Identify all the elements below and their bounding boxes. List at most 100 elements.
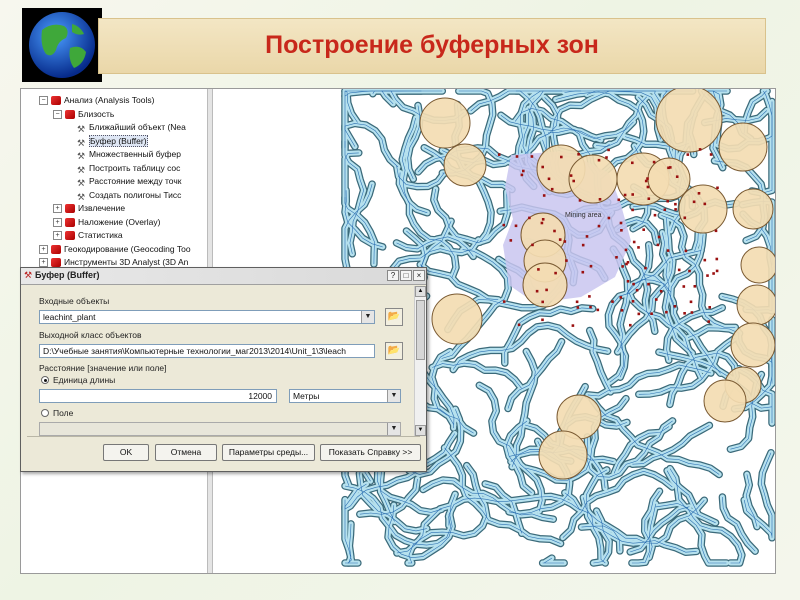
- scroll-up-icon[interactable]: ▲: [415, 286, 426, 297]
- unit-value: Метры: [293, 391, 320, 401]
- toolbox-item-label: Анализ (Analysis Tools): [64, 95, 155, 105]
- toolbox-item-label: Инструменты 3D Analyst (3D An: [64, 257, 189, 267]
- slide-title: Построение буферных зон: [265, 31, 599, 59]
- plant-point: [659, 290, 663, 293]
- field-select[interactable]: ▼: [39, 422, 401, 436]
- plant-point: [683, 312, 686, 315]
- show-help-button[interactable]: Показать Справку >>: [320, 444, 421, 461]
- plant-point: [571, 324, 575, 327]
- toolbox-item-label: Статистика: [78, 230, 123, 240]
- cancel-button[interactable]: Отмена: [155, 444, 217, 461]
- plant-point: [665, 310, 668, 314]
- collapse-icon[interactable]: −: [53, 109, 62, 119]
- plant-point: [674, 202, 677, 206]
- collapse-icon[interactable]: −: [39, 96, 48, 106]
- chevron-down-icon[interactable]: ▼: [361, 311, 374, 323]
- plant-point: [565, 259, 568, 262]
- field-radio[interactable]: [41, 409, 49, 417]
- expand-icon[interactable]: +: [53, 231, 62, 241]
- hammer-icon: ⚒: [24, 270, 33, 280]
- toolbox-item[interactable]: − Анализ (Analysis Tools): [21, 94, 231, 106]
- toolset-icon: [65, 217, 75, 227]
- plant-point: [697, 192, 701, 195]
- toolbox-icon: [51, 258, 61, 268]
- plant-point: [650, 312, 653, 315]
- dialog-titlebar[interactable]: ⚒ Буфер (Buffer) ? □ ×: [21, 268, 426, 285]
- input-features-value: leachint_plant: [43, 312, 96, 322]
- output-class-field[interactable]: D:\Учебные занятия\Компьютерные технолог…: [39, 344, 375, 358]
- plant-point: [689, 300, 693, 304]
- plant-point: [684, 249, 688, 253]
- plant-point: [598, 198, 602, 201]
- plant-point: [522, 169, 525, 173]
- buffer-zone: [718, 122, 768, 172]
- restore-window-button[interactable]: □: [400, 270, 412, 281]
- input-features-field[interactable]: leachint_plant ▼: [39, 310, 375, 324]
- plant-point: [703, 258, 707, 262]
- plant-point: [623, 193, 627, 197]
- toolbox-icon: [51, 244, 61, 254]
- buffer-zone: [736, 284, 775, 326]
- plant-point: [617, 198, 621, 202]
- plant-point: [547, 177, 551, 181]
- help-window-button[interactable]: ?: [387, 270, 399, 281]
- close-window-button[interactable]: ×: [413, 270, 425, 281]
- toolset-icon: [65, 204, 75, 214]
- plant-point: [575, 300, 579, 304]
- plant-point: [688, 269, 691, 273]
- expand-icon[interactable]: +: [39, 244, 48, 254]
- plant-point: [540, 221, 544, 225]
- plant-point: [520, 173, 524, 177]
- linear-unit-label: Единица длины: [53, 375, 116, 385]
- expand-icon[interactable]: +: [53, 204, 62, 214]
- plant-point: [607, 148, 610, 152]
- plant-point: [709, 153, 713, 156]
- toolbox-item[interactable]: + Геокодирование (Geocoding Too: [21, 243, 231, 255]
- plant-point: [569, 174, 573, 177]
- dialog-scrollbar[interactable]: ▲ ▼: [414, 286, 426, 436]
- buffer-dialog[interactable]: ⚒ Буфер (Buffer) ? □ × Входные объекты l…: [20, 267, 427, 472]
- chevron-down-icon[interactable]: ▼: [387, 390, 400, 402]
- linear-unit-radio[interactable]: [41, 376, 49, 384]
- browse-folder-icon[interactable]: 📂: [385, 342, 403, 360]
- plant-point: [656, 243, 660, 247]
- plant-point: [644, 266, 647, 270]
- scroll-thumb[interactable]: [416, 300, 425, 360]
- buffer-zone: [740, 246, 775, 284]
- plant-point: [509, 239, 513, 242]
- plant-point: [663, 208, 667, 211]
- scroll-down-icon[interactable]: ▼: [415, 425, 426, 436]
- plant-point: [621, 265, 624, 268]
- plant-point: [620, 229, 623, 232]
- hammer-icon: ⚒: [77, 124, 86, 133]
- ok-button[interactable]: OK: [103, 444, 149, 461]
- plant-point: [563, 240, 567, 243]
- buffer-zone: [703, 379, 747, 423]
- input-features-label: Входные объекты: [39, 296, 110, 306]
- plant-point: [611, 300, 614, 303]
- plant-point: [577, 153, 580, 156]
- toolbox-item-label: Извлечение: [78, 203, 126, 213]
- plant-point: [514, 224, 518, 228]
- plant-point: [541, 218, 545, 221]
- plant-point: [528, 216, 531, 220]
- plant-point: [708, 306, 711, 309]
- distance-value-field[interactable]: 12000: [39, 389, 277, 403]
- chevron-down-icon[interactable]: ▼: [387, 423, 400, 435]
- plant-point: [631, 300, 635, 303]
- environment-settings-button[interactable]: Параметры среды...: [222, 444, 315, 461]
- plant-point: [588, 295, 591, 298]
- expand-icon[interactable]: +: [39, 258, 48, 268]
- plant-point: [497, 153, 501, 156]
- plant-point: [682, 285, 686, 288]
- hammer-icon: ⚒: [77, 178, 86, 187]
- plant-point: [597, 158, 601, 162]
- plant-point: [677, 268, 681, 272]
- plant-point: [642, 228, 645, 231]
- plant-point: [576, 306, 580, 309]
- expand-icon[interactable]: +: [53, 217, 62, 227]
- plant-point: [589, 305, 592, 309]
- plant-point: [537, 268, 540, 271]
- browse-folder-icon[interactable]: 📂: [385, 308, 403, 326]
- unit-select[interactable]: Метры ▼: [289, 389, 401, 403]
